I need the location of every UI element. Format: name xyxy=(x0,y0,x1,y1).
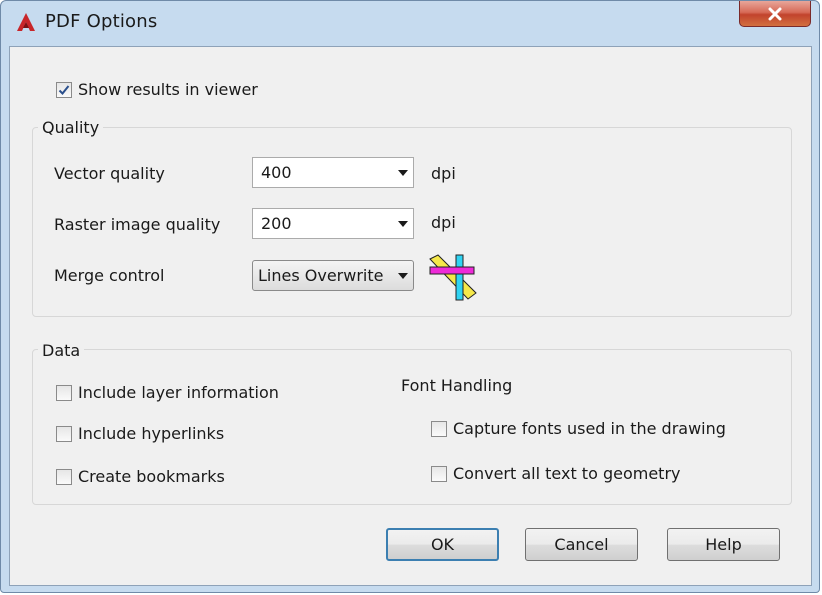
data-group-label: Data xyxy=(38,341,85,360)
include-hyperlinks-checkbox[interactable]: Include hyperlinks xyxy=(56,424,224,443)
checkbox-box[interactable] xyxy=(56,468,72,485)
help-button[interactable]: Help xyxy=(667,528,780,561)
raster-quality-value: 200 xyxy=(261,214,292,233)
checkbox-box[interactable] xyxy=(56,425,72,442)
capture-fonts-label: Capture fonts used in the drawing xyxy=(453,419,726,438)
font-handling-label: Font Handling xyxy=(401,376,513,395)
checkbox-box[interactable] xyxy=(56,384,72,401)
dialog-body: Show results in viewer Quality Vector qu… xyxy=(9,46,812,586)
create-bookmarks-label: Create bookmarks xyxy=(78,467,225,486)
show-results-label: Show results in viewer xyxy=(78,80,258,99)
include-layer-info-checkbox[interactable]: Include layer information xyxy=(56,383,279,402)
dialog-title: PDF Options xyxy=(45,11,158,32)
checkbox-box[interactable] xyxy=(56,81,72,98)
checkmark-icon xyxy=(58,84,70,95)
quality-group-label: Quality xyxy=(38,118,104,137)
chevron-down-icon[interactable] xyxy=(393,272,413,279)
autocad-a-icon xyxy=(17,13,35,31)
pdf-options-dialog: PDF Options Show results in viewer Quali… xyxy=(0,0,820,593)
convert-text-checkbox[interactable]: Convert all text to geometry xyxy=(431,464,680,483)
close-x-icon xyxy=(768,7,782,20)
checkbox-box[interactable] xyxy=(431,465,447,482)
chevron-down-icon[interactable] xyxy=(393,220,413,227)
vector-quality-unit: dpi xyxy=(431,164,456,183)
convert-text-label: Convert all text to geometry xyxy=(453,464,681,483)
vector-quality-label: Vector quality xyxy=(54,164,165,183)
ok-button[interactable]: OK xyxy=(386,528,499,561)
raster-quality-label: Raster image quality xyxy=(54,215,221,234)
close-button[interactable] xyxy=(739,1,811,27)
vector-quality-select[interactable]: 400 xyxy=(252,157,414,188)
merge-control-label: Merge control xyxy=(54,266,165,285)
merge-control-select[interactable]: Lines Overwrite xyxy=(252,260,414,291)
create-bookmarks-checkbox[interactable]: Create bookmarks xyxy=(56,467,225,486)
capture-fonts-checkbox[interactable]: Capture fonts used in the drawing xyxy=(431,419,726,438)
show-results-checkbox[interactable]: Show results in viewer xyxy=(56,80,258,99)
lines-overwrite-preview-icon xyxy=(429,254,477,301)
raster-quality-select[interactable]: 200 xyxy=(252,208,414,239)
raster-quality-unit: dpi xyxy=(431,213,456,232)
include-layer-info-label: Include layer information xyxy=(78,383,279,402)
merge-control-value: Lines Overwrite xyxy=(258,266,384,285)
vector-quality-value: 400 xyxy=(261,163,292,182)
include-hyperlinks-label: Include hyperlinks xyxy=(78,424,225,443)
title-bar[interactable]: PDF Options xyxy=(1,1,819,45)
chevron-down-icon[interactable] xyxy=(393,169,413,176)
checkbox-box[interactable] xyxy=(431,420,447,437)
cancel-button[interactable]: Cancel xyxy=(525,528,638,561)
